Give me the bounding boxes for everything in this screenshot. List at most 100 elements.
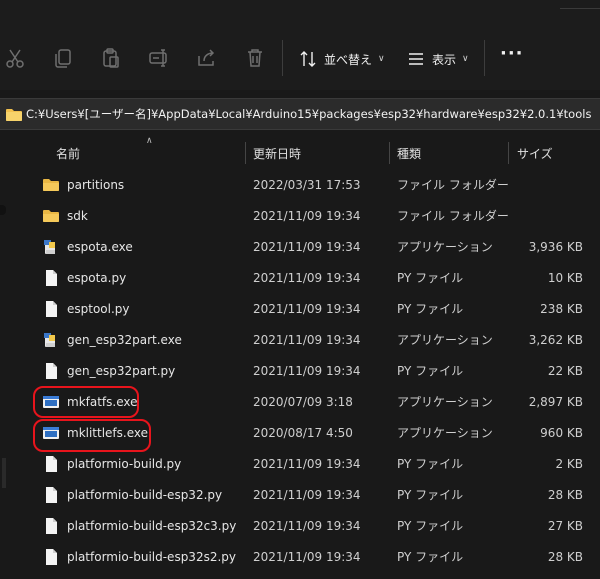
column-header: ∧ 名前 更新日時 種類 サイズ <box>30 136 600 166</box>
navigation-pane <box>0 130 10 579</box>
folder-icon <box>42 176 60 194</box>
python-exe-icon <box>42 238 60 256</box>
file-size <box>510 200 583 231</box>
file-row[interactable]: platformio-build-esp32c3.py 2021/11/09 19… <box>30 510 600 541</box>
file-date: 2021/11/09 19:34 <box>253 332 361 347</box>
file-name: espota.py <box>67 270 127 285</box>
file-row[interactable]: esptool.py 2021/11/09 19:34 PY ファイル 238 KB <box>30 293 600 324</box>
file-name-cell: partitions <box>30 169 124 200</box>
file-date: 2021/11/09 19:34 <box>253 363 361 378</box>
column-type[interactable]: 種類 <box>397 140 421 166</box>
file-size: 2,897 KB <box>528 394 583 409</box>
pane-marker <box>0 205 6 215</box>
file-type: PY ファイル <box>397 550 464 564</box>
document-icon <box>42 486 60 504</box>
file-size: 3,262 KB <box>528 332 583 347</box>
file-size: 3,936 KB <box>528 239 583 254</box>
file-list: partitions 2022/03/31 17:53 ファイル フォルダー sdk 2… <box>30 169 600 572</box>
file-name-cell: esptool.py <box>30 293 130 324</box>
file-type: PY ファイル <box>397 488 464 502</box>
column-divider[interactable] <box>389 142 390 164</box>
file-date: 2021/11/09 19:34 <box>253 301 361 316</box>
document-icon <box>42 362 60 380</box>
address-bar[interactable]: C:¥Users¥[ユーザー名]¥AppData¥Local¥Arduino15… <box>0 98 600 130</box>
file-row[interactable]: partitions 2022/03/31 17:53 ファイル フォルダー <box>30 169 600 200</box>
file-date: 2021/11/09 19:34 <box>253 487 361 502</box>
file-name-cell: platformio-build-esp32.py <box>30 479 222 510</box>
paste-icon[interactable] <box>100 47 122 69</box>
file-row[interactable]: gen_esp32part.py 2021/11/09 19:34 PY ファイル 2… <box>30 355 600 386</box>
column-date[interactable]: 更新日時 <box>253 140 301 166</box>
file-date: 2021/11/09 19:34 <box>253 270 361 285</box>
file-type: ファイル フォルダー <box>397 178 509 192</box>
file-name: gen_esp32part.exe <box>67 332 182 347</box>
sort-icon <box>300 51 316 67</box>
document-icon <box>42 300 60 318</box>
column-divider[interactable] <box>245 142 246 164</box>
view-button[interactable]: 表示 ∨ <box>406 48 469 70</box>
file-size: 27 KB <box>547 518 583 533</box>
file-date: 2021/11/09 19:34 <box>253 208 361 223</box>
file-type: PY ファイル <box>397 302 464 316</box>
file-name-cell: sdk <box>30 200 88 231</box>
highlight-circle <box>33 419 151 452</box>
cut-icon[interactable] <box>4 47 26 69</box>
sort-button[interactable]: 並べ替え ∨ <box>298 48 385 70</box>
file-type: アプリケーション <box>397 395 493 409</box>
file-type: アプリケーション <box>397 240 493 254</box>
file-size: 10 KB <box>547 270 583 285</box>
file-type: PY ファイル <box>397 457 464 471</box>
file-row[interactable]: espota.py 2021/11/09 19:34 PY ファイル 10 KB <box>30 262 600 293</box>
file-row[interactable]: sdk 2021/11/09 19:34 ファイル フォルダー <box>30 200 600 231</box>
file-type: ファイル フォルダー <box>397 209 509 223</box>
view-icon <box>409 53 423 65</box>
column-name[interactable]: 名前 <box>56 140 80 166</box>
column-size[interactable]: サイズ <box>517 140 553 166</box>
file-row[interactable]: platformio-build.py 2021/11/09 19:34 PY ファ… <box>30 448 600 479</box>
file-row[interactable]: platformio-build-esp32.py 2021/11/09 19:3… <box>30 479 600 510</box>
chevron-down-icon: ∨ <box>378 54 385 64</box>
file-name: gen_esp32part.py <box>67 363 176 378</box>
file-name-cell: platformio-build-esp32c3.py <box>30 510 236 541</box>
file-name: esptool.py <box>67 301 130 316</box>
file-size: 2 KB <box>555 456 583 471</box>
column-divider[interactable] <box>508 142 509 164</box>
sort-arrow-icon: ∧ <box>146 136 153 146</box>
file-name: platformio-build-esp32.py <box>67 487 223 502</box>
file-name-cell: gen_esp32part.exe <box>30 324 182 355</box>
file-row[interactable]: platformio-build-esp32s2.py 2021/11/09 19… <box>30 541 600 572</box>
toolbar-separator <box>484 40 485 76</box>
file-name-cell: platformio-build.py <box>30 448 181 479</box>
file-name-cell: gen_esp32part.py <box>30 355 175 386</box>
file-date: 2021/11/09 19:34 <box>253 549 361 564</box>
file-name-cell: espota.exe <box>30 231 133 262</box>
pane-scrollbar[interactable] <box>2 458 6 488</box>
file-date: 2021/11/09 19:34 <box>253 239 361 254</box>
file-size: 22 KB <box>547 363 583 378</box>
rename-icon[interactable] <box>148 47 170 69</box>
file-size: 960 KB <box>540 425 583 440</box>
delete-icon[interactable] <box>244 47 266 69</box>
copy-icon[interactable] <box>52 47 74 69</box>
file-date: 2020/08/17 4:50 <box>253 425 353 440</box>
file-type: PY ファイル <box>397 271 464 285</box>
highlight-circle <box>33 386 139 418</box>
python-exe-icon <box>42 331 60 349</box>
file-type: PY ファイル <box>397 364 464 378</box>
sort-label: 並べ替え <box>324 52 373 67</box>
document-icon <box>42 269 60 287</box>
share-icon[interactable] <box>196 47 218 69</box>
file-size: 28 KB <box>547 487 583 502</box>
command-bar: 並べ替え ∨ 表示 ∨ ··· <box>0 0 600 90</box>
document-icon <box>42 455 60 473</box>
more-icon[interactable]: ··· <box>500 45 523 67</box>
file-date: 2022/03/31 17:53 <box>253 177 361 192</box>
file-name-cell: platformio-build-esp32s2.py <box>30 541 236 572</box>
file-type: PY ファイル <box>397 519 464 533</box>
view-label: 表示 <box>432 52 457 67</box>
file-row[interactable]: espota.exe 2021/11/09 19:34 アプリケーション 3,936 … <box>30 231 600 262</box>
file-size: 238 KB <box>540 301 583 316</box>
file-row[interactable]: gen_esp32part.exe 2021/11/09 19:34 アプリケーショ… <box>30 324 600 355</box>
file-name: platformio-build-esp32s2.py <box>67 549 236 564</box>
toolbar-separator <box>282 40 283 76</box>
